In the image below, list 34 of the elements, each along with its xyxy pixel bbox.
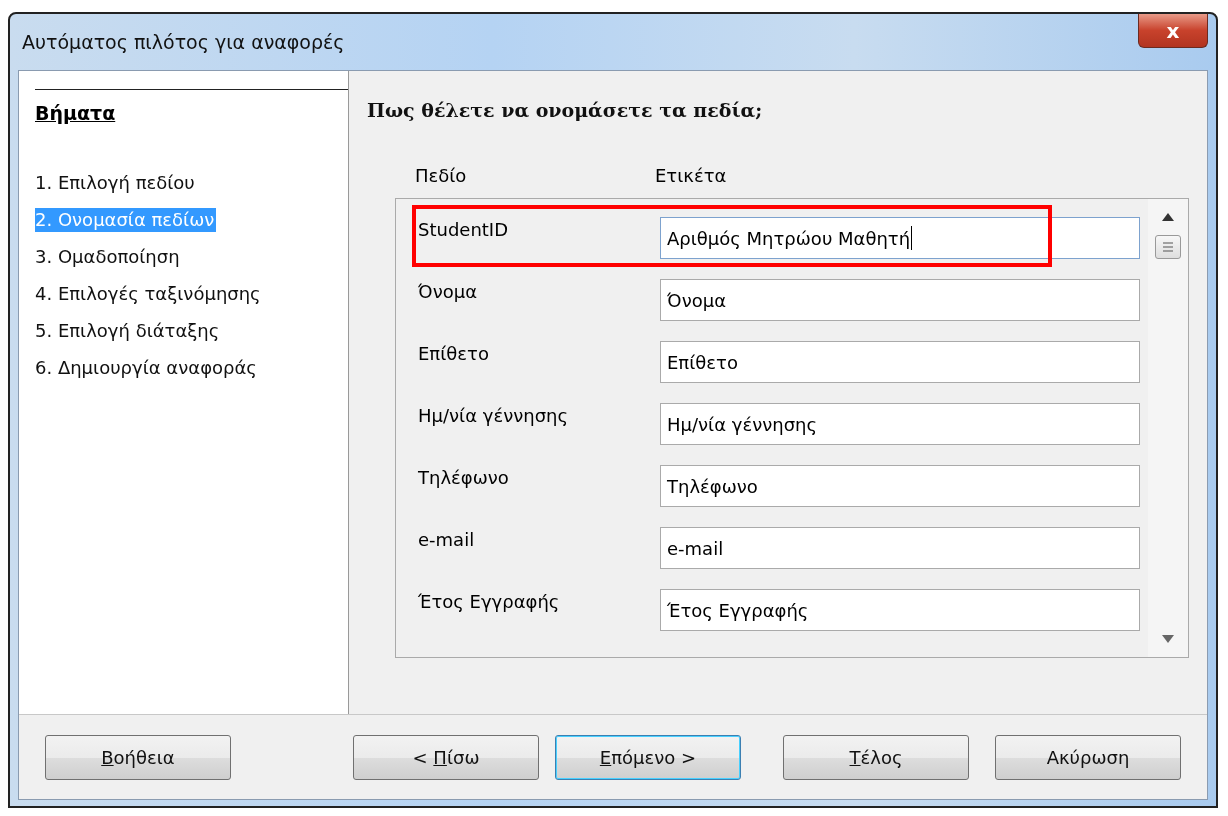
page-heading: Πως θέλετε να ονομάσετε τα πεδία;: [367, 99, 764, 121]
field-name: Τηλέφωνο: [417, 466, 510, 488]
dialog-button[interactable]: Τέλος: [783, 734, 969, 780]
field-name: StudentID: [417, 218, 510, 240]
label-field[interactable]: Τηλέφωνο: [660, 465, 1140, 507]
window-title: Αυτόματος πιλότος για αναφορές: [21, 31, 345, 53]
label-field[interactable]: e-mail: [660, 527, 1140, 569]
scroll-up-icon[interactable]: [1162, 213, 1174, 221]
close-button[interactable]: x: [1138, 14, 1208, 48]
step-item[interactable]: 5. Επιλογή διάταξης: [35, 319, 222, 343]
field-name: Έτος Εγγραφής: [417, 590, 561, 612]
label-field[interactable]: Έτος Εγγραφής: [660, 589, 1140, 631]
label-field[interactable]: Ημ/νία γέννησης: [660, 403, 1140, 445]
step-item[interactable]: 1. Επιλογή πεδίου: [35, 171, 197, 195]
dialog-button[interactable]: Επόμενο >: [555, 734, 741, 780]
field-name: Όνομα: [417, 280, 478, 302]
sidebar-heading: Βήματα: [35, 102, 116, 124]
field-name: Ημ/νία γέννησης: [417, 404, 570, 426]
step-item[interactable]: 3. Ομαδοποίηση: [35, 245, 182, 269]
step-item[interactable]: 6. Δημιουργία αναφοράς: [35, 356, 259, 380]
column-header: Ετικέτα: [655, 165, 727, 186]
scroll-thumb[interactable]: [1155, 235, 1181, 259]
field-name: Επίθετο: [417, 342, 490, 364]
label-field[interactable]: Αριθμός Μητρώου Μαθητή: [660, 217, 1140, 259]
column-header: Πεδίο: [415, 165, 468, 186]
field-name: e-mail: [417, 528, 476, 550]
dialog-button[interactable]: Ακύρωση: [995, 734, 1181, 780]
scrollbar[interactable]: [1148, 199, 1188, 657]
label-field[interactable]: Όνομα: [660, 279, 1140, 321]
label-field[interactable]: Επίθετο: [660, 341, 1140, 383]
step-item[interactable]: 4. Επιλογές ταξινόμησης: [35, 282, 263, 306]
dialog-button[interactable]: Βοήθεια: [45, 734, 231, 780]
scroll-down-icon[interactable]: [1162, 635, 1174, 643]
dialog-button[interactable]: < Πίσω: [353, 734, 539, 780]
